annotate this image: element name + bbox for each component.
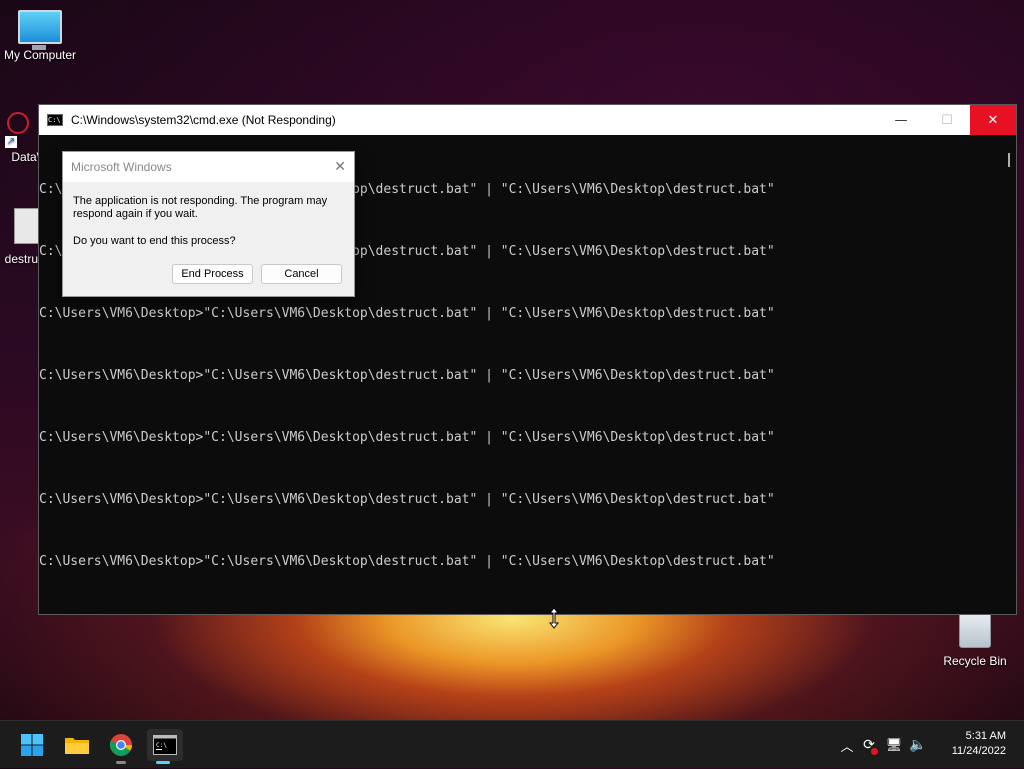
desktop-icon-recycle-bin[interactable]: Recycle Bin: [935, 612, 1015, 668]
dialog-question: Do you want to end this process?: [73, 235, 236, 247]
clock-date: 11/24/2022: [951, 745, 1006, 757]
maximize-button[interactable]: ☐: [924, 105, 970, 135]
taskbar: C:\ ︿ ⟳ 🖥 🔈 5:31 AM 11/24/2022: [0, 720, 1024, 768]
cmd-window-title: C:\Windows\system32\cmd.exe (Not Respond…: [71, 113, 336, 127]
start-button[interactable]: [16, 729, 48, 761]
running-indicator: [116, 761, 126, 764]
cmd-window-icon: C:\: [47, 114, 63, 126]
desktop-icon-my-computer[interactable]: My Computer: [0, 0, 80, 62]
volume-icon[interactable]: 🔈: [906, 737, 930, 753]
console-line: C:\Users\VM6\Desktop>"C:\Users\VM6\Deskt…: [39, 492, 775, 507]
dialog-message: The application is not responding. The p…: [73, 195, 328, 220]
dialog-title: Microsoft Windows: [71, 160, 172, 174]
scrollbar-thumb[interactable]: [1008, 153, 1010, 167]
dialog-titlebar[interactable]: Microsoft Windows ✕: [63, 152, 354, 182]
clock[interactable]: 5:31 AM 11/24/2022: [952, 729, 1006, 759]
not-responding-dialog[interactable]: Microsoft Windows ✕ The application is n…: [62, 151, 355, 297]
desktop-icon-label: My Computer: [3, 48, 77, 62]
chrome-icon: [109, 734, 132, 756]
cmd-taskbar-button[interactable]: C:\: [147, 729, 183, 764]
desktop-icon-label: Recycle Bin: [943, 654, 1007, 668]
active-indicator: [156, 761, 170, 764]
chrome-button[interactable]: [105, 729, 137, 764]
file-explorer-button[interactable]: [61, 729, 93, 761]
cancel-button[interactable]: Cancel: [261, 264, 342, 284]
console-line: C:\Users\VM6\Desktop>"C:\Users\VM6\Deskt…: [39, 306, 775, 321]
batch-file-icon: [14, 208, 40, 244]
computer-icon: [18, 10, 62, 50]
network-icon[interactable]: 🖥: [882, 738, 906, 753]
recycle-bin-icon: [959, 612, 991, 648]
end-process-button[interactable]: End Process: [172, 264, 253, 284]
system-tray: ︿ ⟳ 🖥 🔈: [838, 721, 930, 769]
console-line: C:\Users\VM6\Desktop>"C:\Users\VM6\Deskt…: [39, 430, 775, 445]
close-button[interactable]: ✕: [970, 105, 1016, 135]
clock-time: 5:31 AM: [965, 730, 1006, 742]
dialog-close-icon[interactable]: ✕: [334, 158, 346, 175]
console-line: C:\Users\VM6\Desktop>"C:\Users\VM6\Deskt…: [39, 368, 775, 383]
sync-icon[interactable]: ⟳: [856, 737, 882, 755]
console-line: C:\Users\VM6\Desktop>"C:\Users\VM6\Deskt…: [39, 554, 775, 569]
console-scrollbar[interactable]: [1000, 135, 1016, 614]
file-explorer-icon: [65, 738, 89, 754]
chevron-up-icon[interactable]: ︿: [838, 736, 856, 755]
minimize-button[interactable]: —: [878, 105, 924, 135]
cmd-titlebar[interactable]: C:\ C:\Windows\system32\cmd.exe (Not Res…: [39, 105, 1016, 135]
cmd-icon: C:\: [153, 735, 177, 755]
start-icon: [21, 734, 43, 756]
dataw-icon: ↗: [5, 108, 29, 148]
resize-cursor-icon: [549, 607, 559, 629]
svg-text:C:\: C:\: [156, 742, 167, 749]
